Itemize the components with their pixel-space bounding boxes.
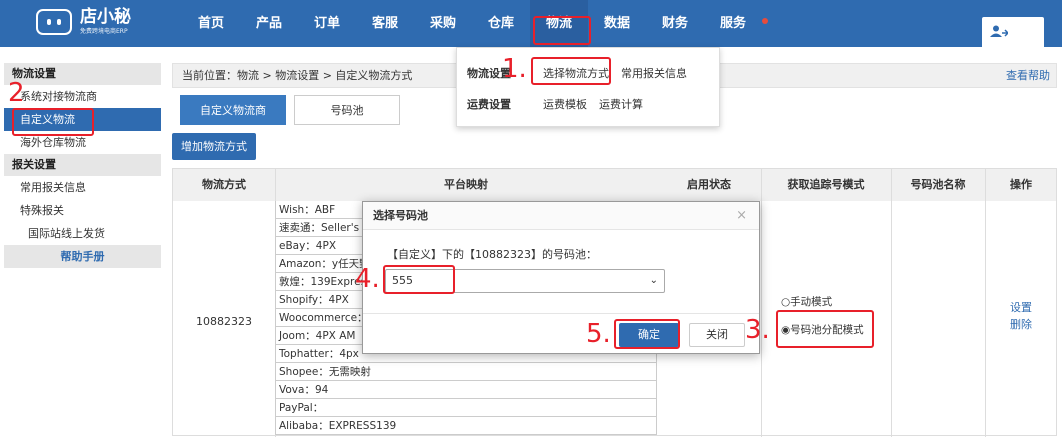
common-customs-link[interactable]: 常用报关信息 — [621, 65, 687, 81]
col-mapping: 平台映射 — [444, 178, 488, 191]
nav-item-data[interactable]: 数据 — [588, 0, 646, 47]
main-nav: 首页 产品 订单 客服 采购 仓库 物流 数据 财务 服务 — [182, 0, 768, 47]
col-method: 物流方式 — [202, 178, 246, 191]
mapping-row: Alibaba：EXPRESS139 — [275, 417, 657, 435]
mapping-row: Vova：94 — [275, 381, 657, 399]
col-pool-name: 号码池名称 — [910, 178, 966, 191]
annotation-step-5: 5. — [586, 319, 611, 349]
dialog-divider — [363, 313, 759, 314]
nav-item-warehouse[interactable]: 仓库 — [472, 0, 530, 47]
sidebar-item-intl-shipping[interactable]: 国际站线上发货 — [4, 222, 161, 245]
help-manual-button[interactable]: 帮助手册 — [4, 245, 161, 268]
view-help-link[interactable]: 查看帮助 — [1006, 64, 1050, 87]
chevron-down-icon: ⌄ — [649, 275, 658, 286]
col-divider — [891, 169, 892, 437]
close-button[interactable]: 关闭 — [689, 323, 745, 347]
top-navbar: 店小秘 免费跨境电商ERP 首页 产品 订单 客服 采购 仓库 物流 数据 财务… — [0, 0, 1062, 47]
nav-item-services-label: 服务 — [719, 16, 746, 31]
tab-custom-carriers[interactable]: 自定义物流商 — [180, 95, 286, 125]
dialog-title: 选择号码池 — [363, 202, 759, 230]
col-divider — [761, 169, 762, 437]
sidebar-item-system-carriers[interactable]: 系统对接物流商 — [4, 85, 161, 108]
freight-calc-link[interactable]: 运费计算 — [599, 96, 643, 112]
nav-item-finance[interactable]: 财务 — [646, 0, 704, 47]
col-actions: 操作 — [1010, 178, 1032, 191]
nav-item-orders[interactable]: 订单 — [298, 0, 356, 47]
highlight-pool-mode — [776, 310, 874, 348]
sidebar-item-special-customs[interactable]: 特殊报关 — [4, 199, 161, 222]
mapping-row: PayPal： — [275, 399, 657, 417]
row-actions: 设置 删除 — [985, 299, 1057, 333]
dialog-description: 【自定义】下的【10882323】的号码池： — [387, 248, 597, 261]
logo[interactable]: 店小秘 免费跨境电商ERP — [36, 9, 131, 35]
manual-mode-radio[interactable]: ○手动模式 — [781, 292, 864, 312]
close-icon[interactable]: × — [736, 202, 747, 230]
nav-item-purchase[interactable]: 采购 — [414, 0, 472, 47]
nav-item-service[interactable]: 客服 — [356, 0, 414, 47]
col-status: 启用状态 — [687, 178, 731, 191]
annotation-step-3: 3. — [745, 315, 770, 345]
sidebar-group-customs: 报关设置 — [4, 154, 161, 176]
annotation-step-1: 1. — [502, 54, 527, 84]
highlight-custom-logistics — [12, 108, 94, 136]
logo-subtitle: 免费跨境电商ERP — [80, 28, 128, 35]
mapping-row: Shopee：无需映射 — [275, 363, 657, 381]
sidebar-group-logistics: 物流设置 — [4, 63, 161, 85]
tab-bar: 自定义物流商 号码池 — [180, 95, 408, 125]
robot-logo-icon — [36, 9, 72, 35]
nav-item-services[interactable]: 服务 — [704, 0, 768, 47]
highlight-confirm — [614, 319, 680, 349]
annotation-step-2: 2 — [8, 78, 25, 108]
nav-item-home[interactable]: 首页 — [182, 0, 240, 47]
add-logistics-button[interactable]: 增加物流方式 — [172, 133, 256, 160]
tab-number-pool[interactable]: 号码池 — [294, 95, 400, 125]
settings-link[interactable]: 设置 — [985, 299, 1057, 316]
table-header: 物流方式 平台映射 启用状态 获取追踪号模式 号码池名称 操作 — [173, 169, 1056, 201]
sidebar-item-common-customs[interactable]: 常用报关信息 — [4, 176, 161, 199]
user-menu[interactable] — [982, 17, 1044, 47]
delete-link[interactable]: 删除 — [985, 316, 1057, 333]
dropdown-row-freight: 运费设置 运费模板 运费计算 — [467, 96, 655, 112]
freight-template-link[interactable]: 运费模板 — [543, 96, 587, 112]
notification-dot — [762, 18, 768, 24]
logistics-id: 10882323 — [196, 315, 252, 328]
col-tracking-mode: 获取追踪号模式 — [787, 178, 865, 191]
highlight-logistics-nav — [533, 16, 591, 45]
nav-item-products[interactable]: 产品 — [240, 0, 298, 47]
dropdown-group-freight: 运费设置 — [467, 98, 511, 111]
sidebar: 物流设置 系统对接物流商 自定义物流 海外仓库物流 报关设置 常用报关信息 特殊… — [4, 63, 161, 268]
breadcrumb-text: 当前位置：物流 > 物流设置 > 自定义物流方式 — [182, 69, 413, 82]
user-icon — [990, 25, 1008, 37]
annotation-step-4: 4. — [355, 264, 380, 294]
highlight-select-logistics — [531, 57, 611, 85]
highlight-pool-select — [383, 265, 455, 294]
logo-name: 店小秘 — [80, 7, 131, 27]
